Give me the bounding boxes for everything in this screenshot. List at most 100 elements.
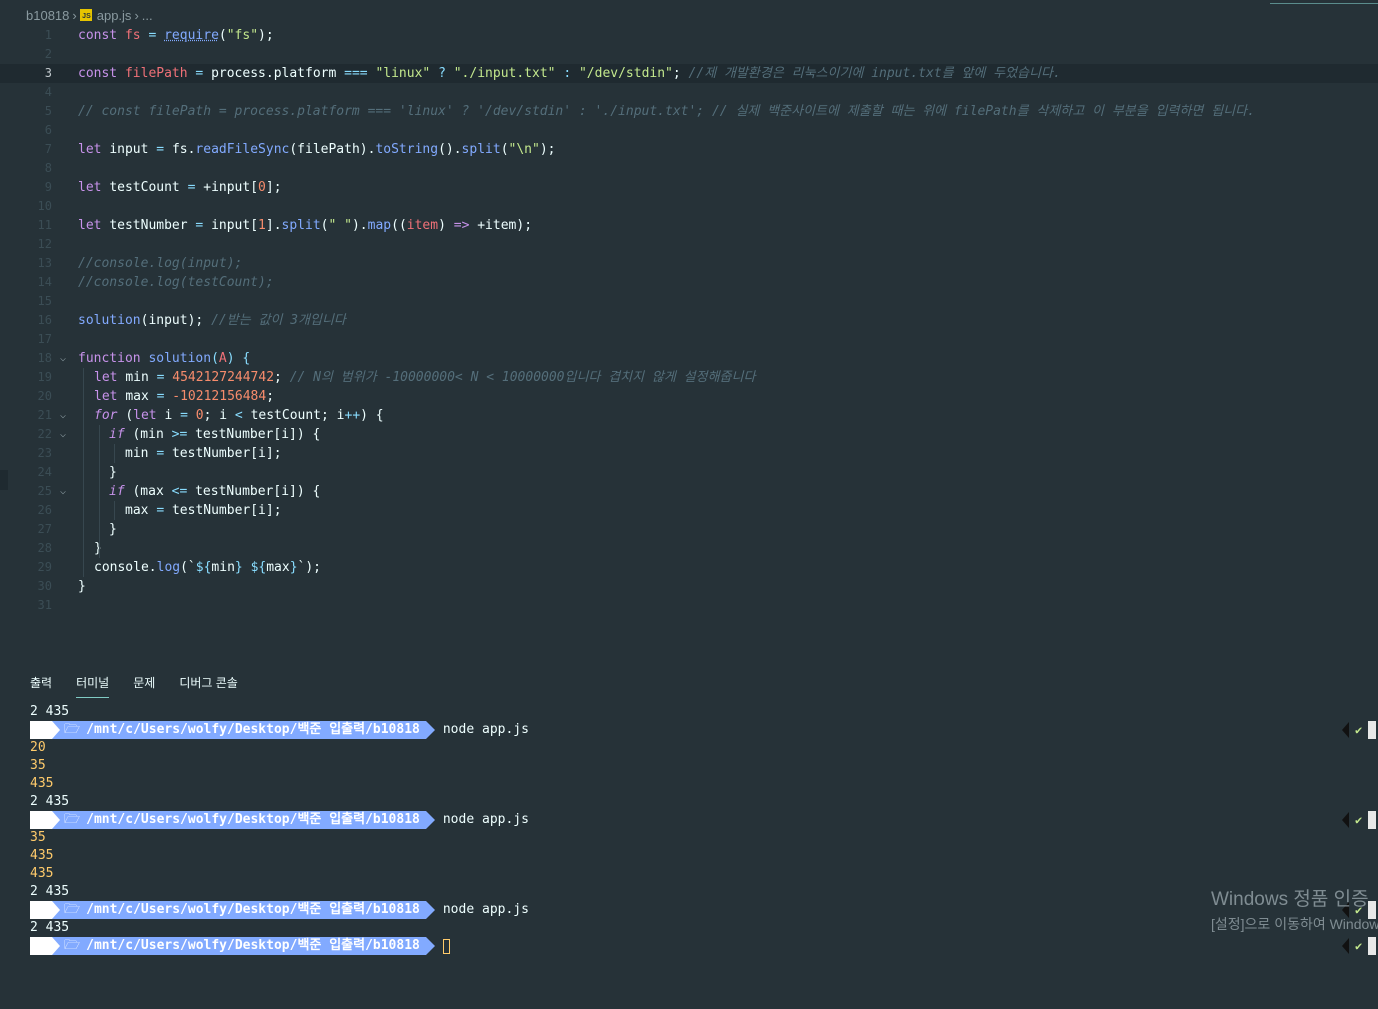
code-line[interactable]: 8 (0, 159, 1378, 178)
code-token: (). (438, 142, 462, 157)
code-line[interactable]: 29 console.log(`${min} ${max}`); (0, 558, 1378, 577)
code-line[interactable]: 10 (0, 197, 1378, 216)
code-token: "/dev/stdin" (578, 66, 673, 81)
line-number: 21 (37, 408, 52, 422)
code-line[interactable]: 27} (0, 520, 1378, 539)
fold-chevron-icon[interactable]: ⌵ (60, 482, 74, 501)
javascript-file-icon: JS (79, 9, 92, 21)
terminal-command: node app.js (442, 722, 529, 737)
line-number: 5 (44, 104, 52, 118)
code-line[interactable]: 20 let max = -10212156484; (0, 387, 1378, 406)
code-line[interactable]: 6 (0, 121, 1378, 140)
windows-activation-watermark: Windows 정품 인증 [설정]으로 이동하여 Windows (1211, 884, 1378, 934)
code-line[interactable]: 22 ⌵ if (min >= testNumber[i]) { (0, 425, 1378, 444)
code-line[interactable]: 12 (0, 235, 1378, 254)
code-line[interactable]: 26 max = testNumber[i]; (0, 501, 1378, 520)
code-token: ]. (265, 218, 282, 233)
terminal[interactable]: 2 435 🗁 /mnt/c/Users/wolfy/Desktop/백준 입출력… (0, 703, 1378, 955)
line-number: 25 (37, 484, 52, 498)
terminal-output-line: 20 (30, 740, 46, 755)
code-token: input (109, 142, 149, 157)
code-line[interactable]: 7 let input = fs.readFileSync(filePath).t… (0, 140, 1378, 159)
code-line[interactable]: 1 const fs = require("fs"); (0, 26, 1378, 45)
code-line[interactable]: 4 (0, 83, 1378, 102)
code-line[interactable]: 23 min = testNumber[i]; (0, 444, 1378, 463)
code-token: = (156, 389, 165, 404)
code-token: i (219, 408, 228, 423)
code-line[interactable]: 28} (0, 539, 1378, 558)
code-token: ). (351, 218, 368, 233)
code-editor[interactable]: 1 const fs = require("fs"); 2 3 const file… (0, 26, 1378, 615)
line-number: 10 (37, 199, 52, 213)
code-token: 0 (258, 180, 266, 195)
code-line-current[interactable]: 3 const filePath = process.platform === "… (0, 64, 1378, 83)
code-line[interactable]: 19 let min = 4542127244742; // N의 범위가 -10… (0, 368, 1378, 387)
linux-penguin-icon (30, 721, 52, 739)
fold-chevron-icon[interactable]: ⌵ (60, 425, 74, 444)
code-token: ; (274, 370, 282, 385)
powerline-separator (425, 901, 435, 919)
tab-output[interactable]: 출력 (30, 674, 52, 698)
code-line[interactable]: 5 // const filePath = process.platform ==… (0, 102, 1378, 121)
code-token: item (406, 218, 439, 233)
line-number: 18 (37, 351, 52, 365)
breadcrumb-more[interactable]: ... (142, 8, 153, 23)
code-line[interactable]: 14 //console.log(testCount); (0, 273, 1378, 292)
powerline-separator (425, 811, 435, 829)
code-token: => (453, 218, 470, 233)
code-token: (max (132, 484, 164, 499)
code-line[interactable]: 9 let testCount = +input[0]; (0, 178, 1378, 197)
terminal-prompt-line: 🗁 /mnt/c/Users/wolfy/Desktop/백준 입출력/b1081… (0, 811, 1378, 829)
code-token: testCount; (250, 408, 329, 423)
tab-problems[interactable]: 문제 (133, 674, 155, 698)
code-line[interactable]: 24} (0, 463, 1378, 482)
line-number: 28 (37, 541, 52, 555)
code-line[interactable]: 21 ⌵ for (let i = 0; i < testCount; i++) { (0, 406, 1378, 425)
code-line[interactable]: 25 ⌵ if (max <= testNumber[i]) { (0, 482, 1378, 501)
code-token: testNumber[i]) { (195, 484, 321, 499)
code-token: ${ (250, 560, 267, 575)
code-token: = (156, 142, 165, 157)
prompt-path: /mnt/c/Users/wolfy/Desktop/백준 입출력/b10818 (86, 938, 420, 953)
code-token: map (367, 218, 392, 233)
terminal-prompt-line: 🗁 /mnt/c/Users/wolfy/Desktop/백준 입출력/b1081… (0, 901, 1378, 919)
status-segment (1368, 937, 1377, 955)
code-token: i (164, 408, 173, 423)
line-number: 6 (44, 123, 52, 137)
line-number: 22 (37, 427, 52, 441)
code-token: ) (438, 218, 446, 233)
fold-chevron-icon[interactable]: ⌵ (60, 349, 74, 368)
tab-debug-console[interactable]: 디버그 콘솔 (179, 674, 238, 698)
code-line[interactable]: 30} (0, 577, 1378, 596)
terminal-output-line: 2 435 (30, 920, 70, 935)
code-line[interactable]: 17 (0, 330, 1378, 349)
code-line[interactable]: 15 (0, 292, 1378, 311)
powerline-separator (425, 937, 435, 955)
code-line[interactable]: 11 let testNumber = input[1].split(" ").m… (0, 216, 1378, 235)
line-number: 16 (37, 313, 52, 327)
code-line[interactable]: 16 solution(input); //받는 값이 3개입니다 (0, 311, 1378, 330)
line-number: 14 (37, 275, 52, 289)
code-token: max (125, 503, 149, 518)
code-token: let (78, 180, 102, 195)
code-comment: // N의 범위가 -10000000< N < 10000000입니다 겹치지… (289, 370, 756, 385)
code-line[interactable]: 31 (0, 596, 1378, 615)
code-token: log (156, 560, 181, 575)
code-token: = (195, 218, 204, 233)
line-number: 2 (44, 47, 52, 61)
code-line[interactable]: 2 (0, 45, 1378, 64)
tab-terminal[interactable]: 터미널 (76, 674, 110, 698)
line-number: 31 (37, 598, 52, 612)
terminal-cursor[interactable] (442, 938, 450, 954)
code-token: = (156, 446, 165, 461)
code-token: ++ (344, 408, 361, 423)
code-token: A (218, 351, 227, 366)
code-line[interactable]: 13 //console.log(input); (0, 254, 1378, 273)
code-token: solution (78, 313, 141, 328)
breadcrumb-file[interactable]: app.js (97, 8, 132, 23)
code-line[interactable]: 18 ⌵ function solution(A) { (0, 349, 1378, 368)
fold-chevron-icon[interactable]: ⌵ (60, 406, 74, 425)
check-icon: ✔ (1349, 937, 1369, 955)
breadcrumb-folder[interactable]: b10818 (26, 8, 69, 23)
